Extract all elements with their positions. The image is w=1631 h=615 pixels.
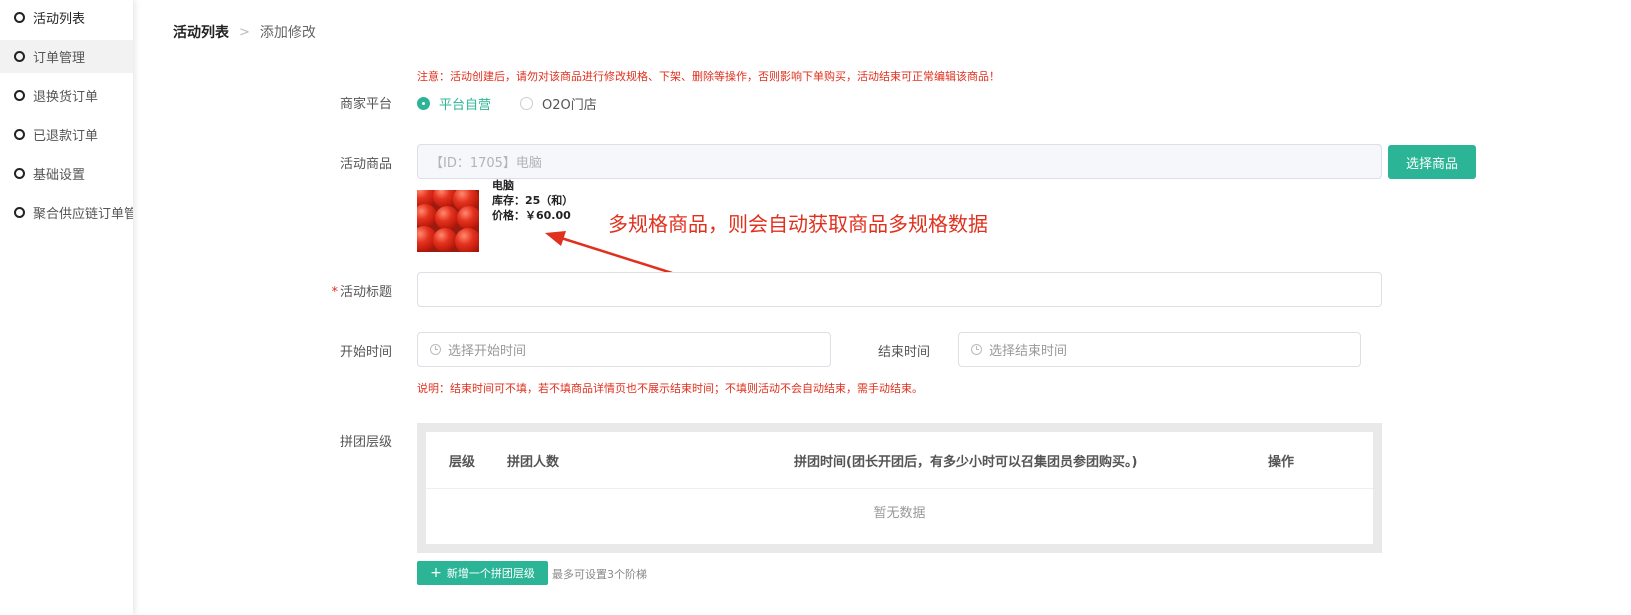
group-tiers-table: 层级 拼团人数 拼团时间(团长开团后，有多少小时可以召集团员参团购买。) 操作 … bbox=[417, 423, 1382, 553]
plus-icon: + bbox=[430, 565, 442, 581]
group-tiers-table-inner: 层级 拼团人数 拼团时间(团长开团后，有多少小时可以召集团员参团购买。) 操作 … bbox=[426, 432, 1373, 544]
breadcrumb: 活动列表 > 添加修改 bbox=[173, 22, 316, 42]
end-time-label: 结束时间 bbox=[877, 345, 930, 360]
annotation-arrow-icon bbox=[545, 231, 673, 275]
end-time-placeholder: 选择结束时间 bbox=[989, 344, 1068, 359]
clock-icon bbox=[430, 344, 441, 355]
circle-icon bbox=[14, 129, 25, 140]
sidebar-item-refunded-orders[interactable]: 已退款订单 bbox=[0, 118, 133, 151]
notice-time: 说明：结束时间可不填，若不填商品详情页也不展示结束时间；不填则活动不会自动结束，… bbox=[417, 382, 923, 395]
sidebar-item-label: 订单管理 bbox=[33, 51, 86, 66]
product-image bbox=[417, 190, 479, 252]
empty-state-text: 暂无数据 bbox=[873, 506, 926, 521]
start-time-picker[interactable]: 选择开始时间 bbox=[417, 332, 831, 367]
circle-icon bbox=[14, 12, 25, 23]
tier-limit-hint: 最多可设置3个阶梯 bbox=[552, 568, 647, 581]
end-time-picker[interactable]: 选择结束时间 bbox=[958, 332, 1361, 367]
column-header-group-time: 拼团时间(团长开团后，有多少小时可以召集团员参团购买。) bbox=[794, 454, 1138, 470]
add-group-tier-button[interactable]: + 新增一个拼团层级 bbox=[417, 561, 548, 585]
sidebar: 活动列表 订单管理 退换货订单 已退款订单 基础设置 聚合供应链订单管理 bbox=[0, 0, 133, 615]
activity-product-value: 【ID：1705】电脑 bbox=[430, 156, 542, 171]
sidebar-item-label: 已退款订单 bbox=[33, 129, 99, 144]
sidebar-item-basic-settings[interactable]: 基础设置 bbox=[0, 157, 133, 190]
sidebar-item-label: 退换货订单 bbox=[33, 90, 99, 105]
activity-title-label: * 活动标题 bbox=[300, 281, 392, 300]
required-mark: * bbox=[331, 285, 338, 300]
product-name: 电脑 bbox=[492, 179, 514, 192]
circle-icon bbox=[14, 168, 25, 179]
breadcrumb-root[interactable]: 活动列表 bbox=[173, 22, 229, 42]
product-info: 电脑 库存：25（和） 价格：￥60.00 bbox=[492, 178, 573, 223]
activity-product-label: 活动商品 bbox=[339, 157, 392, 172]
start-time-label: 开始时间 bbox=[339, 345, 392, 360]
product-stock: 库存：25（和） bbox=[492, 194, 574, 207]
sidebar-item-supply-chain-orders[interactable]: 聚合供应链订单管理 bbox=[0, 196, 133, 229]
breadcrumb-current: 添加修改 bbox=[259, 25, 316, 41]
group-tiers-label: 拼团层级 bbox=[339, 435, 392, 450]
radio-label: O2O门店 bbox=[542, 98, 597, 113]
circle-icon bbox=[14, 207, 25, 218]
radio-checked-icon bbox=[417, 97, 430, 110]
sidebar-item-label: 聚合供应链订单管理 bbox=[33, 207, 133, 222]
column-header-actions: 操作 bbox=[1268, 454, 1295, 470]
product-price: 价格：￥60.00 bbox=[492, 209, 571, 222]
circle-icon bbox=[14, 90, 25, 101]
sidebar-item-label: 基础设置 bbox=[33, 168, 86, 183]
radio-o2o-store[interactable]: O2O门店 bbox=[520, 94, 597, 113]
activity-title-label-text: 活动标题 bbox=[339, 285, 392, 300]
circle-icon bbox=[14, 51, 25, 62]
radio-platform-self[interactable]: 平台自营 bbox=[417, 94, 491, 113]
radio-unchecked-icon bbox=[520, 97, 533, 110]
chevron-right-icon: > bbox=[239, 24, 250, 40]
notice-top: 注意：活动创建后，请勿对该商品进行修改规格、下架、删除等操作，否则影响下单购买，… bbox=[417, 70, 1000, 83]
sidebar-item-order-management[interactable]: 订单管理 bbox=[0, 40, 133, 73]
radio-label: 平台自营 bbox=[439, 98, 492, 113]
select-product-button[interactable]: 选择商品 bbox=[1388, 145, 1476, 179]
clock-icon bbox=[971, 344, 982, 355]
sidebar-item-label: 活动列表 bbox=[33, 12, 86, 27]
table-header-divider bbox=[426, 488, 1373, 489]
start-time-placeholder: 选择开始时间 bbox=[448, 344, 527, 359]
sidebar-item-return-orders[interactable]: 退换货订单 bbox=[0, 79, 133, 112]
activity-title-input[interactable] bbox=[417, 272, 1382, 307]
merchant-platform-label: 商家平台 bbox=[339, 97, 392, 112]
column-header-group-size: 拼团人数 bbox=[507, 454, 560, 470]
activity-product-input[interactable]: 【ID：1705】电脑 bbox=[417, 144, 1382, 179]
app-root: 活动列表 订单管理 退换货订单 已退款订单 基础设置 聚合供应链订单管理 活动列… bbox=[0, 0, 1631, 615]
column-header-tier: 层级 bbox=[449, 454, 476, 470]
add-group-tier-label: 新增一个拼团层级 bbox=[446, 567, 535, 580]
sidebar-item-activity-list[interactable]: 活动列表 bbox=[0, 1, 133, 34]
